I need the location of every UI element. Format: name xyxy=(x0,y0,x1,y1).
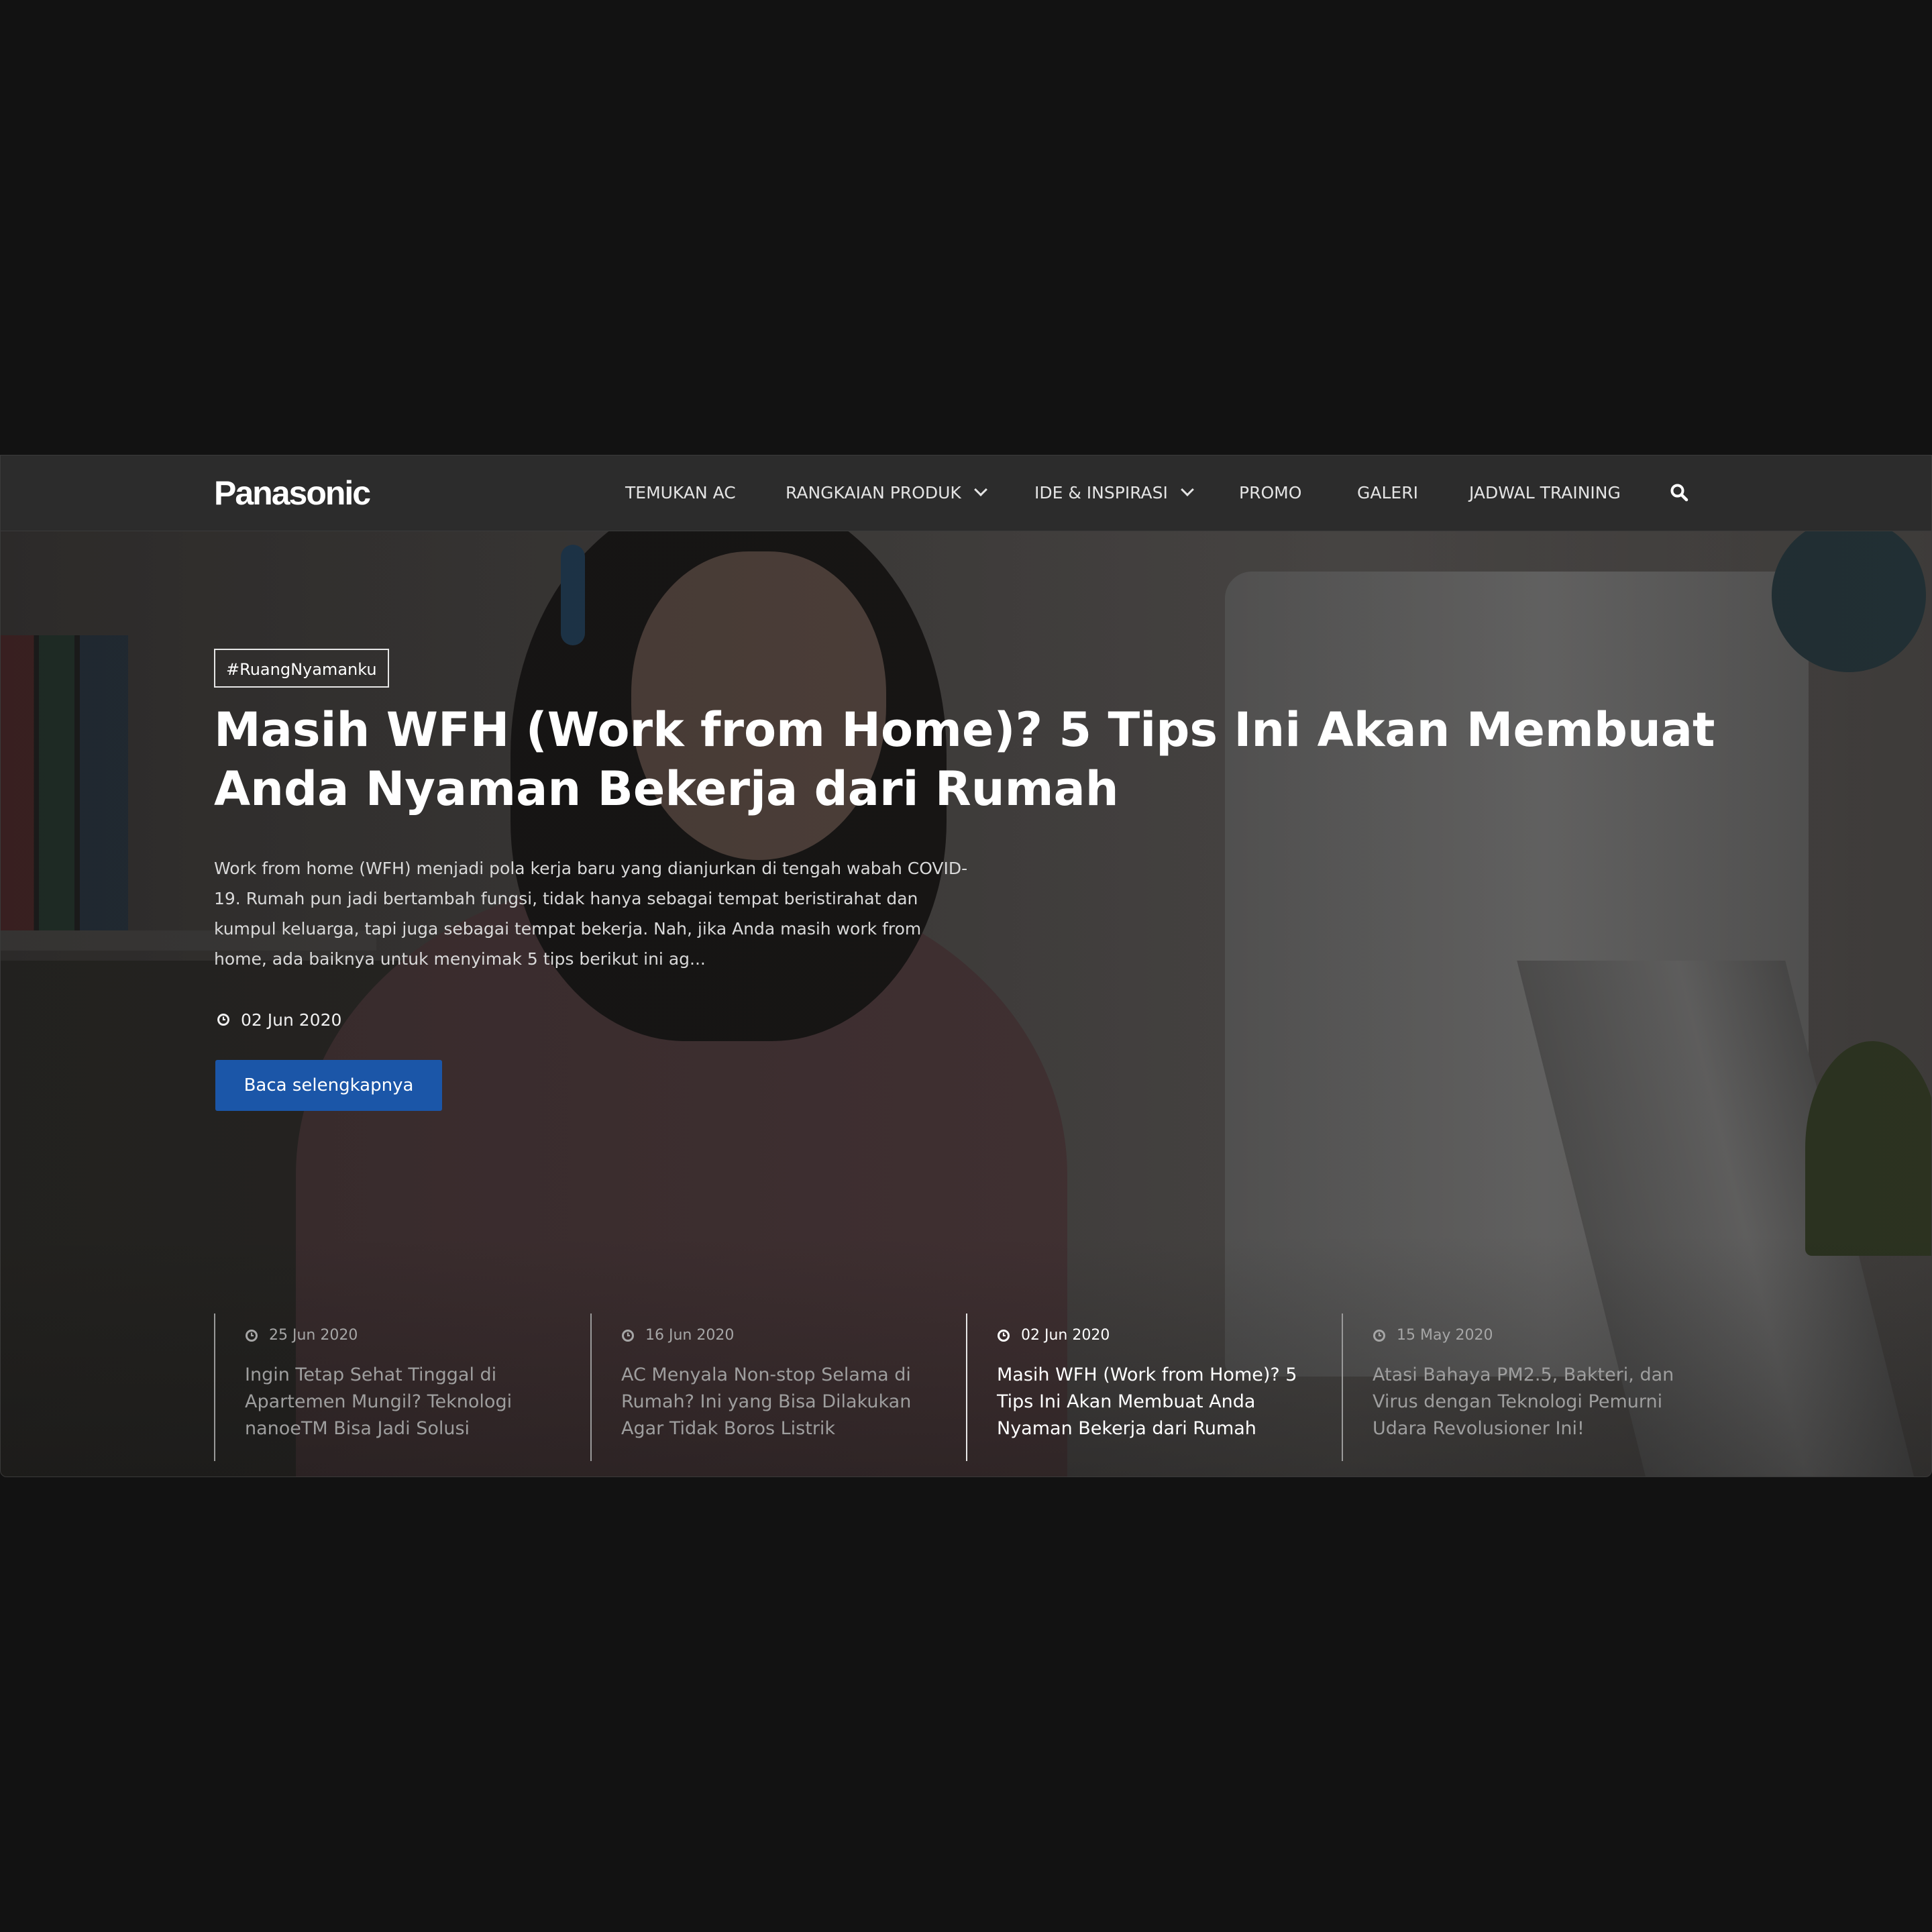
article-title: Masih WFH (Work from Home)? 5 Tips Ini A… xyxy=(997,1364,1297,1439)
browser-window: Panasonic TEMUKAN AC RANGKAIAN PRODUK ID… xyxy=(0,455,1932,1477)
nav-galeri[interactable]: GALERI xyxy=(1357,480,1418,506)
article-item[interactable]: 16 Jun 2020 AC Menyala Non-stop Selama d… xyxy=(590,1313,939,1461)
clock-icon xyxy=(622,1330,634,1342)
hero-title: Masih WFH (Work from Home)? 5 Tips Ini A… xyxy=(214,702,1715,816)
article-date-text: 15 May 2020 xyxy=(1397,1327,1493,1344)
article-title: AC Menyala Non-stop Selama di Rumah? Ini… xyxy=(621,1364,912,1439)
nav-label: RANGKAIAN PRODUK xyxy=(786,483,961,502)
article-date: 15 May 2020 xyxy=(1373,1326,1690,1346)
article-title: Atasi Bahaya PM2.5, Bakteri, dan Virus d… xyxy=(1373,1364,1674,1439)
hero-date: 02 Jun 2020 xyxy=(217,1008,341,1032)
article-item[interactable]: 25 Jun 2020 Ingin Tetap Sehat Tinggal di… xyxy=(214,1313,563,1461)
article-date-text: 25 Jun 2020 xyxy=(269,1327,358,1344)
nav-label: PROMO xyxy=(1239,483,1302,502)
clock-icon xyxy=(1373,1330,1385,1342)
nav-rangkaian-produk[interactable]: RANGKAIAN PRODUK xyxy=(786,480,987,506)
nav-jadwal-training[interactable]: JADWAL TRAINING xyxy=(1469,480,1621,506)
search-icon[interactable] xyxy=(1670,483,1688,502)
category-tag[interactable]: #RuangNyamanku xyxy=(214,649,389,688)
hero-banner: #RuangNyamanku Masih WFH (Work from Home… xyxy=(1,531,1931,1477)
article-title: Ingin Tetap Sehat Tinggal di Apartemen M… xyxy=(245,1364,513,1439)
article-date-text: 02 Jun 2020 xyxy=(1021,1327,1110,1344)
nav-temukan-ac[interactable]: TEMUKAN AC xyxy=(625,480,736,506)
article-date: 25 Jun 2020 xyxy=(245,1326,563,1346)
hero-date-text: 02 Jun 2020 xyxy=(241,1010,342,1030)
chevron-down-icon xyxy=(1181,483,1194,496)
nav-label: JADWAL TRAINING xyxy=(1469,483,1621,502)
clock-icon xyxy=(998,1330,1010,1342)
panasonic-logo[interactable]: Panasonic xyxy=(214,473,371,513)
nav-label: IDE & INSPIRASI xyxy=(1034,483,1168,502)
nav-promo[interactable]: PROMO xyxy=(1239,480,1301,506)
article-date-text: 16 Jun 2020 xyxy=(645,1327,735,1344)
hero-excerpt: Work from home (WFH) menjadi pola kerja … xyxy=(214,859,968,969)
navbar: Panasonic TEMUKAN AC RANGKAIAN PRODUK ID… xyxy=(1,455,1931,531)
read-more-button[interactable]: Baca selengkapnya xyxy=(215,1060,442,1111)
chevron-down-icon xyxy=(973,483,987,496)
clock-icon xyxy=(217,1014,229,1026)
article-date: 02 Jun 2020 xyxy=(997,1326,1315,1346)
article-date: 16 Jun 2020 xyxy=(621,1326,939,1346)
clock-icon xyxy=(246,1330,258,1342)
nav-label: GALERI xyxy=(1357,483,1418,502)
article-item-active[interactable]: 02 Jun 2020 Masih WFH (Work from Home)? … xyxy=(966,1313,1315,1461)
nav-ide-inspirasi[interactable]: IDE & INSPIRASI xyxy=(1034,480,1194,506)
nav-label: TEMUKAN AC xyxy=(625,483,736,502)
article-item[interactable]: 15 May 2020 Atasi Bahaya PM2.5, Bakteri,… xyxy=(1342,1313,1690,1461)
